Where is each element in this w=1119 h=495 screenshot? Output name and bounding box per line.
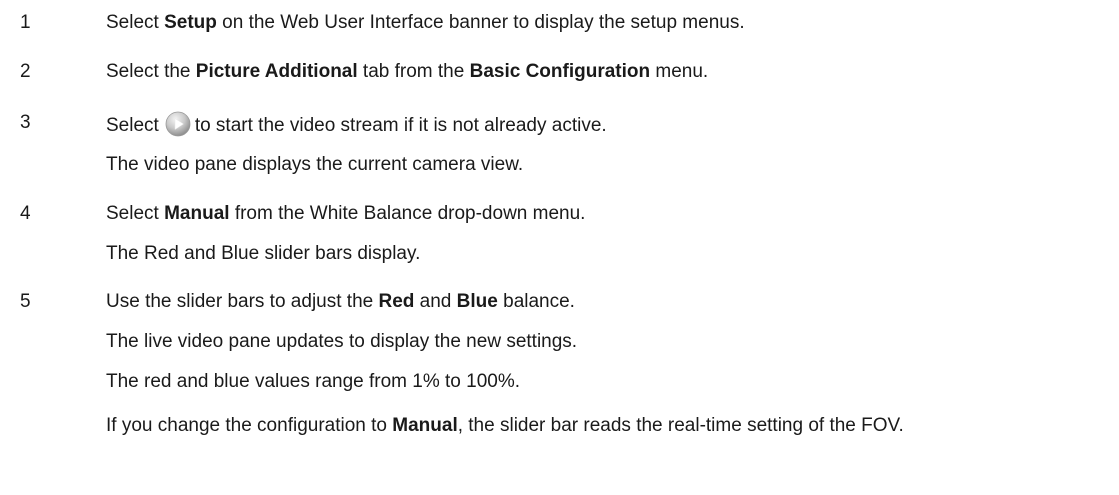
- text-run: Select: [106, 203, 165, 224]
- step-2-text: Select the Picture Additional tab from t…: [106, 60, 708, 84]
- bold-run: Setup: [164, 12, 217, 33]
- step-4-result: The Red and Blue slider bars display.: [106, 243, 421, 264]
- text-run: on the Web User Interface banner to disp…: [216, 12, 745, 33]
- bold-run: Red: [378, 291, 415, 312]
- step-5-text: Use the slider bars to adjust the Red an…: [106, 290, 575, 314]
- step-5-note: If you change the configuration to Manua…: [106, 411, 1111, 440]
- text-run: , the slider bar reads the real-time set…: [457, 415, 904, 436]
- step-number: 2: [20, 61, 31, 82]
- text-run: If you change the configuration to: [106, 415, 393, 436]
- text-run: and: [414, 291, 457, 312]
- bold-run: Manual: [164, 203, 230, 224]
- bold-run: Basic Configuration: [469, 61, 651, 82]
- step-number: 5: [20, 291, 31, 312]
- step-number: 3: [20, 112, 31, 133]
- text-run: Select the: [106, 61, 196, 82]
- text-run: menu.: [650, 61, 709, 82]
- step-5-result-1: The live video pane updates to display t…: [106, 331, 578, 352]
- text-run: Use the slider bars to adjust the: [106, 291, 379, 312]
- text-run: tab from the: [357, 61, 470, 82]
- step-4-text: Select Manual from the White Balance dro…: [106, 202, 585, 226]
- step-3-text: Select to start the video stream if it i…: [106, 111, 607, 138]
- step-number: 4: [20, 203, 31, 224]
- step-1-text: Select Setup on the Web User Interface b…: [106, 11, 745, 35]
- text-run: balance.: [497, 291, 575, 312]
- play-button-icon: [165, 111, 191, 137]
- bold-run: Manual: [392, 415, 458, 436]
- step-3-result: The video pane displays the current came…: [106, 154, 524, 175]
- text-run: Select: [106, 12, 165, 33]
- text-run: Select: [106, 115, 159, 136]
- step-5-result-2: The red and blue values range from 1% to…: [106, 371, 521, 392]
- bold-run: Picture Additional: [195, 61, 358, 82]
- bold-run: Blue: [456, 291, 498, 312]
- text-run: from the White Balance drop-down menu.: [229, 203, 586, 224]
- text-run: to start the video stream if it is not a…: [194, 115, 607, 136]
- procedure-document: 1 Select Setup on the Web User Interface…: [0, 0, 1119, 495]
- step-number: 1: [20, 12, 31, 33]
